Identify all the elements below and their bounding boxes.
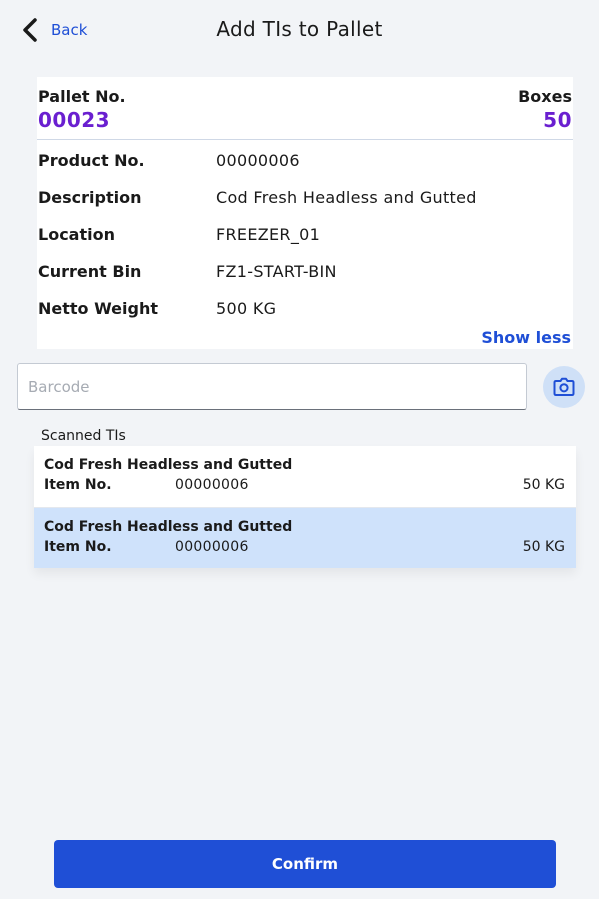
ti-weight: 50 KG [522, 539, 565, 555]
detail-row-current-bin: Current Bin FZ1-START-BIN [38, 260, 337, 282]
detail-value: Cod Fresh Headless and Gutted [216, 187, 477, 207]
detail-key: Netto Weight [38, 298, 159, 318]
page-title: Add TIs to Pallet [216, 17, 383, 41]
boxes-label: Boxes [518, 87, 572, 106]
pallet-no-value: 00023 [38, 108, 111, 132]
detail-key: Location [38, 224, 115, 244]
detail-row-netto-weight: Netto Weight 500 KG [38, 297, 276, 319]
scanned-tis-list: Cod Fresh Headless and Gutted Item No. 0… [34, 446, 576, 568]
confirm-button[interactable]: Confirm [54, 840, 556, 888]
list-item[interactable]: Cod Fresh Headless and Gutted Item No. 0… [34, 446, 576, 507]
detail-value: FZ1-START-BIN [216, 261, 337, 281]
detail-value: 500 KG [216, 298, 277, 318]
detail-value: FREEZER_01 [216, 224, 321, 244]
ti-description: Cod Fresh Headless and Gutted [44, 457, 293, 473]
pallet-no-label: Pallet No. [38, 87, 126, 106]
detail-row-description: Description Cod Fresh Headless and Gutte… [38, 186, 477, 208]
ti-description: Cod Fresh Headless and Gutted [44, 519, 293, 535]
camera-icon [553, 377, 575, 396]
barcode-input[interactable] [17, 363, 527, 410]
show-less-link[interactable]: Show less [481, 328, 571, 347]
list-item[interactable]: Cod Fresh Headless and Gutted Item No. 0… [34, 507, 576, 568]
detail-key: Current Bin [38, 261, 142, 281]
detail-key: Product No. [38, 150, 145, 170]
detail-row-location: Location FREEZER_01 [38, 223, 320, 245]
camera-button[interactable] [543, 366, 585, 408]
ti-item-no-label: Item No. [44, 539, 112, 555]
ti-weight: 50 KG [522, 477, 565, 493]
detail-row-product-no: Product No. 00000006 [38, 149, 300, 171]
scanned-tis-heading: Scanned TIs [41, 428, 126, 444]
detail-value: 00000006 [216, 150, 300, 170]
screen: Back Add TIs to Pallet Pallet No. 00023 … [0, 0, 599, 899]
ti-item-no: 00000006 [175, 477, 249, 493]
boxes-value: 50 [543, 108, 572, 132]
pallet-summary: Pallet No. 00023 Boxes 50 [37, 77, 573, 140]
ti-item-no: 00000006 [175, 539, 249, 555]
header: Back Add TIs to Pallet [0, 0, 599, 62]
detail-key: Description [38, 187, 142, 207]
pallet-card: Pallet No. 00023 Boxes 50 Product No. 00… [37, 77, 573, 349]
ti-item-no-label: Item No. [44, 477, 112, 493]
